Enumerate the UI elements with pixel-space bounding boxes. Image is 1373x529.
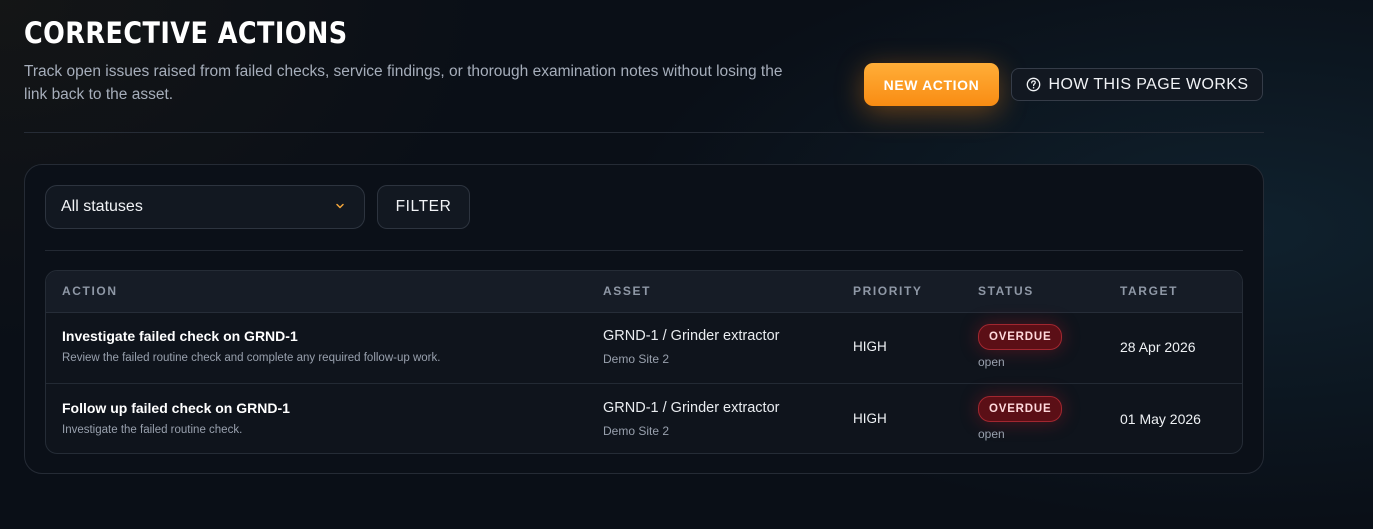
target-date: 28 Apr 2026 bbox=[1120, 339, 1196, 355]
asset-site: Demo Site 2 bbox=[603, 352, 670, 366]
priority-value: HIGH bbox=[853, 411, 887, 426]
page-header: CORRECTIVE ACTIONS Track open issues rai… bbox=[24, 14, 1264, 133]
status-select-value: All statuses bbox=[61, 198, 143, 215]
action-title-link[interactable]: Follow up failed check on GRND-1 bbox=[62, 400, 290, 416]
priority-value: HIGH bbox=[853, 339, 887, 354]
column-header-target[interactable]: TARGET bbox=[1120, 284, 1178, 298]
question-circle-icon bbox=[1026, 77, 1041, 92]
status-badge: OVERDUE bbox=[978, 324, 1063, 350]
status-select[interactable]: All statuses bbox=[45, 185, 365, 229]
status-state: open bbox=[978, 427, 1005, 441]
action-description: Investigate the failed routine check. bbox=[62, 424, 243, 436]
how-this-page-works-button[interactable]: HOW THIS PAGE WORKS bbox=[1011, 68, 1263, 101]
column-header-action[interactable]: ACTION bbox=[62, 284, 118, 298]
status-state: open bbox=[978, 355, 1005, 369]
filter-bar: All statuses FILTER bbox=[45, 185, 1243, 251]
page-subtitle: Track open issues raised from failed che… bbox=[24, 63, 783, 103]
table-row[interactable]: Follow up failed check on GRND-1 Investi… bbox=[46, 384, 1242, 453]
column-header-status[interactable]: STATUS bbox=[978, 284, 1034, 298]
page-title: CORRECTIVE ACTIONS bbox=[24, 16, 348, 50]
actions-panel: All statuses FILTER ACTION ASSET PRIORIT… bbox=[24, 164, 1264, 474]
status-badge: OVERDUE bbox=[978, 396, 1063, 422]
table-header: ACTION ASSET PRIORITY STATUS TARGET bbox=[46, 271, 1242, 313]
column-header-asset[interactable]: ASSET bbox=[603, 284, 651, 298]
action-description: Review the failed routine check and comp… bbox=[62, 352, 441, 364]
new-action-button[interactable]: NEW ACTION bbox=[864, 63, 999, 106]
asset-site: Demo Site 2 bbox=[603, 424, 670, 438]
asset-name[interactable]: GRND-1 / Grinder extractor bbox=[603, 400, 779, 416]
column-header-priority[interactable]: PRIORITY bbox=[853, 284, 922, 298]
table-row[interactable]: Investigate failed check on GRND-1 Revie… bbox=[46, 312, 1242, 384]
filter-button[interactable]: FILTER bbox=[377, 185, 470, 229]
how-this-page-works-label: HOW THIS PAGE WORKS bbox=[1048, 75, 1249, 93]
asset-name[interactable]: GRND-1 / Grinder extractor bbox=[603, 328, 779, 344]
chevron-down-icon bbox=[334, 199, 346, 217]
actions-table: ACTION ASSET PRIORITY STATUS TARGET Inve… bbox=[45, 270, 1243, 454]
action-title-link[interactable]: Investigate failed check on GRND-1 bbox=[62, 328, 298, 344]
target-date: 01 May 2026 bbox=[1120, 411, 1201, 427]
